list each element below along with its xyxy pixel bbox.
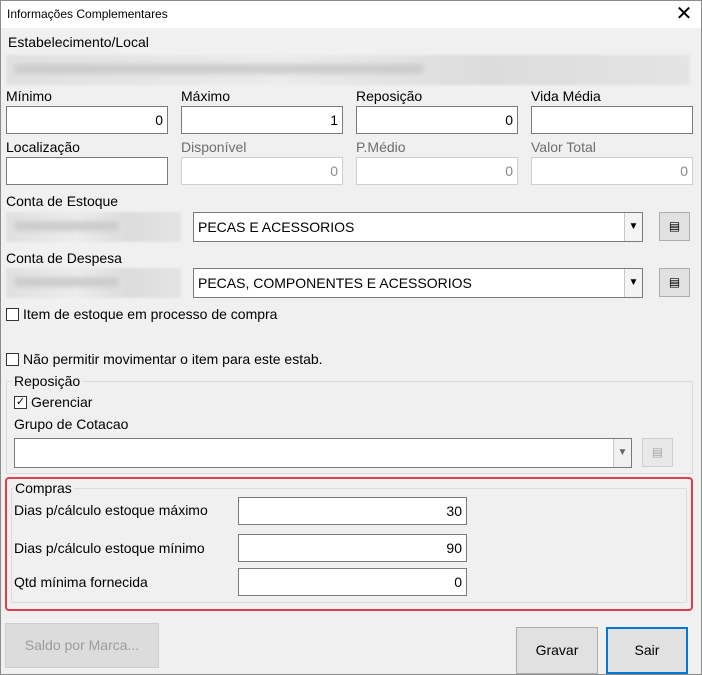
estabelecimento-field-redacted xyxy=(6,55,690,85)
window-title: Informações Complementares xyxy=(7,7,168,21)
gerenciar-label: Gerenciar xyxy=(31,394,93,410)
checkmark-icon: ✓ xyxy=(15,396,26,408)
localizacao-label: Localização xyxy=(6,139,80,155)
nao-permitir-checkbox[interactable] xyxy=(6,353,19,366)
nao-permitir-label: Não permitir movimentar o item para este… xyxy=(23,351,323,367)
minimo-input[interactable]: 0 xyxy=(6,106,168,134)
qtd-min-input[interactable]: 0 xyxy=(238,568,467,596)
grupo-cotacao-label: Grupo de Cotacao xyxy=(14,416,129,432)
qtd-min-label: Qtd mínima fornecida xyxy=(14,574,148,590)
valor-total-label: Valor Total xyxy=(531,139,596,155)
saldo-por-marca-button: Saldo por Marca... xyxy=(5,623,159,668)
item-estoque-label: Item de estoque em processo de compra xyxy=(23,306,278,322)
valor-total-input: 0 xyxy=(531,157,693,185)
conta-estoque-label: Conta de Estoque xyxy=(6,193,119,209)
maximo-label: Máximo xyxy=(181,88,231,104)
conta-despesa-lookup-button[interactable]: ▤ xyxy=(659,268,690,297)
reposicao-label: Reposição xyxy=(356,88,423,104)
compras-group-title: Compras xyxy=(13,480,74,496)
gravar-button[interactable]: Gravar xyxy=(516,627,598,674)
conta-estoque-value: PECAS E ACESSORIOS xyxy=(198,219,355,235)
estabelecimento-label: Estabelecimento/Local xyxy=(8,34,149,50)
gerenciar-checkbox[interactable]: ✓ xyxy=(14,396,27,409)
list-icon: ▤ xyxy=(668,219,681,233)
maximo-input[interactable]: 1 xyxy=(181,106,343,134)
pmedio-label: P.Médio xyxy=(356,139,406,155)
item-estoque-checkbox[interactable] xyxy=(6,308,19,321)
dias-min-label: Dias p/cálculo estoque mínimo xyxy=(14,540,205,556)
vida-media-label: Vida Média xyxy=(531,88,601,104)
vida-media-input[interactable] xyxy=(531,106,693,134)
list-icon: ▤ xyxy=(668,275,681,289)
chevron-down-icon[interactable]: ▼ xyxy=(613,439,631,467)
reposicao-group-title: Reposição xyxy=(12,373,83,389)
title-bar: Informações Complementares ✕ xyxy=(1,1,701,28)
conta-estoque-lookup-button[interactable]: ▤ xyxy=(659,212,690,241)
conta-despesa-code-redacted xyxy=(6,268,181,298)
chevron-down-icon[interactable]: ▼ xyxy=(624,269,642,297)
minimo-label: Mínimo xyxy=(6,88,52,104)
grupo-cotacao-lookup-button: ▤ xyxy=(642,438,673,467)
localizacao-input[interactable] xyxy=(6,157,168,185)
sair-button[interactable]: Sair xyxy=(606,627,688,674)
reposicao-input[interactable]: 0 xyxy=(356,106,518,134)
pmedio-input: 0 xyxy=(356,157,518,185)
disponivel-label: Disponível xyxy=(181,139,247,155)
dias-min-input[interactable]: 90 xyxy=(238,534,467,562)
grupo-cotacao-select[interactable]: ▼ xyxy=(14,438,632,468)
conta-estoque-code-redacted xyxy=(6,212,181,242)
disponivel-input: 0 xyxy=(181,157,343,185)
close-icon[interactable]: ✕ xyxy=(667,1,701,28)
chevron-down-icon[interactable]: ▼ xyxy=(624,213,642,241)
dias-max-label: Dias p/cálculo estoque máximo xyxy=(14,502,208,518)
dias-max-input[interactable]: 30 xyxy=(238,497,467,525)
dialog-window: Informações Complementares ✕ Estabelecim… xyxy=(0,0,702,675)
conta-despesa-value: PECAS, COMPONENTES E ACESSORIOS xyxy=(198,275,472,291)
list-icon: ▤ xyxy=(651,445,664,459)
conta-despesa-label: Conta de Despesa xyxy=(6,250,122,266)
conta-despesa-select[interactable]: PECAS, COMPONENTES E ACESSORIOS ▼ xyxy=(193,268,643,298)
conta-estoque-select[interactable]: PECAS E ACESSORIOS ▼ xyxy=(193,212,643,242)
